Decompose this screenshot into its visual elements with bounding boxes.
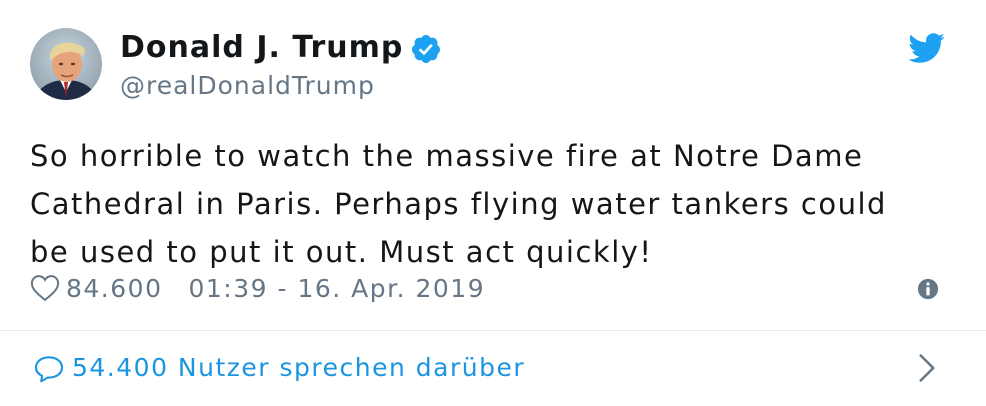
tweet-timestamp[interactable]: 01:39 - 16. Apr. 2019	[188, 274, 485, 303]
user-handle[interactable]: @realDonaldTrump	[120, 70, 375, 102]
display-name[interactable]: Donald J. Trump	[120, 30, 403, 66]
info-icon[interactable]	[917, 278, 939, 300]
conversation-label[interactable]: 54.400 Nutzer sprechen darüber	[72, 351, 525, 385]
avatar[interactable]	[30, 28, 102, 100]
tweet-card: Donald J. Trump @realDonaldTrump So horr…	[0, 0, 986, 406]
twitter-bird-icon[interactable]	[906, 32, 946, 64]
comment-icon	[34, 356, 64, 383]
tweet-text: So horrible to watch the massive fire at…	[30, 132, 930, 276]
tweet-text-line: So horrible to watch the massive fire at…	[30, 139, 864, 173]
tweet-text-line: Cathedral in Paris. Perhaps flying water…	[30, 187, 887, 221]
avatar-image	[30, 28, 102, 100]
heart-icon[interactable]	[30, 274, 60, 302]
verified-badge-icon	[411, 35, 440, 63]
conversation-link[interactable]: 54.400 Nutzer sprechen darüber	[0, 331, 986, 406]
chevron-right-icon[interactable]	[916, 353, 938, 383]
tweet-meta: 84.600 01:39 - 16. Apr. 2019	[30, 272, 485, 304]
tweet-text-line: be used to put it out. Must act quickly!	[30, 235, 653, 269]
like-count[interactable]: 84.600	[66, 274, 162, 303]
